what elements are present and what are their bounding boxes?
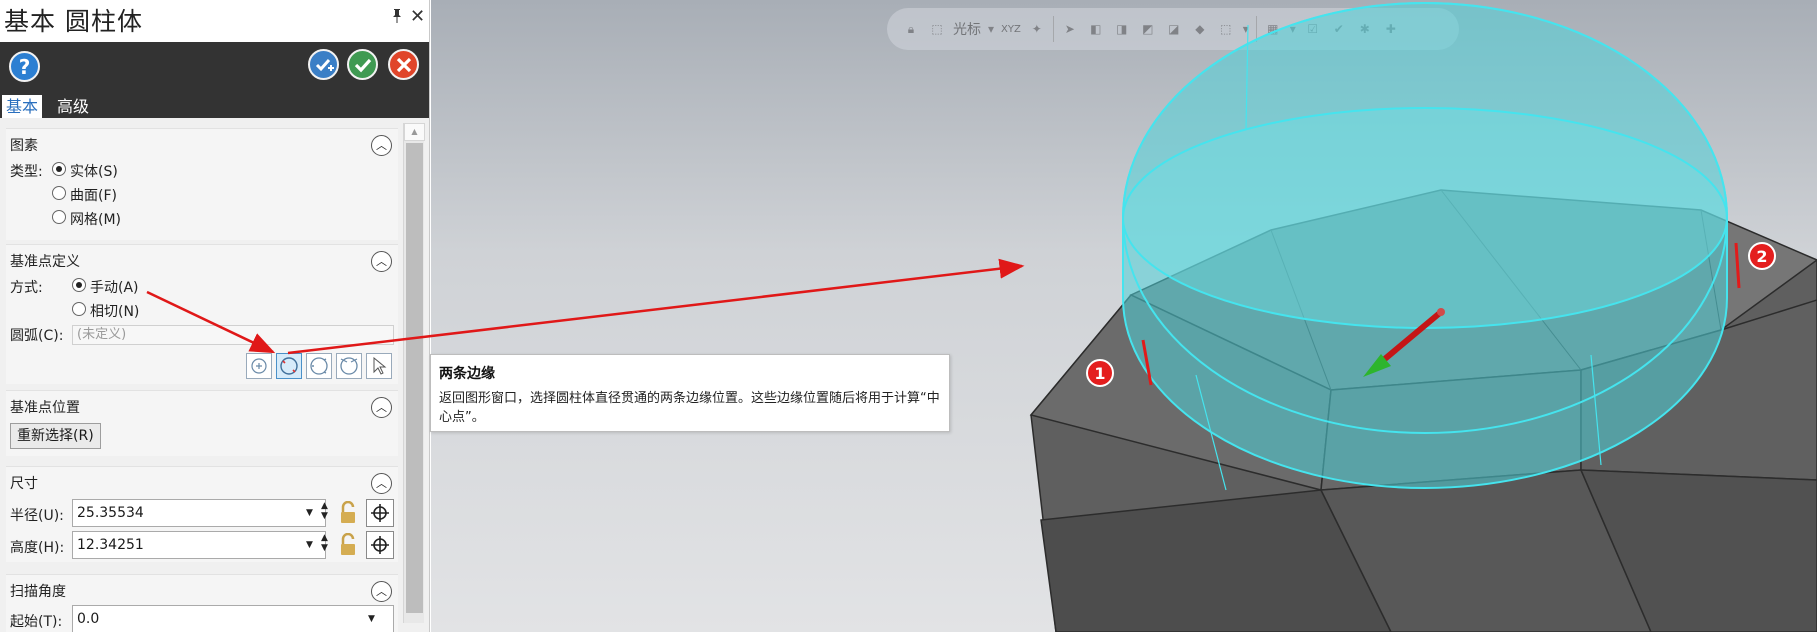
radio-mesh[interactable] bbox=[52, 210, 66, 224]
tooltip-body: 返回图形窗口，选择圆柱体直径贯通的两条边缘位置。这些边缘位置随后将用于计算“中心… bbox=[439, 391, 940, 425]
collapse-elements-button[interactable]: ︿ bbox=[371, 135, 392, 156]
start-angle-label: 起始(T): bbox=[10, 614, 63, 630]
spin-up-down-icon[interactable]: ▲ ▼ bbox=[321, 501, 328, 521]
type-label: 类型: bbox=[10, 164, 43, 180]
arc-field: (未定义) bbox=[72, 325, 394, 345]
scrollbar-thumb[interactable] bbox=[406, 143, 423, 613]
radio-surface[interactable] bbox=[52, 186, 66, 200]
dropdown-arrow-icon[interactable]: ▼ bbox=[368, 614, 375, 624]
tooltip: 两条边缘 返回图形窗口，选择圆柱体直径贯通的两条边缘位置。这些边缘位置随后将用于… bbox=[430, 354, 950, 432]
section-title: 基准点定义 bbox=[10, 254, 80, 270]
height-input[interactable]: 12.34251 bbox=[72, 531, 326, 559]
help-icon: ? bbox=[18, 54, 31, 79]
x-icon bbox=[396, 57, 411, 72]
section-title: 图素 bbox=[10, 138, 38, 154]
section-sweep-angle: 扫描角度 ︿ 起始(T): 0.0 ▼ bbox=[6, 574, 398, 632]
cancel-button[interactable] bbox=[388, 49, 419, 80]
radio-surface-label[interactable]: 曲面(F) bbox=[70, 185, 117, 205]
two-edges-button[interactable] bbox=[276, 353, 302, 379]
tooltip-title: 两条边缘 bbox=[439, 366, 495, 382]
radio-manual-label[interactable]: 手动(A) bbox=[90, 277, 139, 297]
cursor-arrow-icon bbox=[373, 357, 387, 375]
tangent-circle-icon bbox=[340, 357, 358, 375]
arc-label: 圆弧(C): bbox=[10, 328, 64, 344]
radius-label: 半径(U): bbox=[10, 508, 64, 524]
pick-height-button[interactable] bbox=[366, 531, 394, 559]
center-point bbox=[1437, 308, 1445, 316]
spin-up-down-icon[interactable]: ▲ ▼ bbox=[321, 533, 328, 553]
dropdown-arrow-icon[interactable]: ▼ bbox=[306, 508, 313, 518]
method-label: 方式: bbox=[10, 280, 43, 296]
radio-solid-label[interactable]: 实体(S) bbox=[70, 161, 118, 181]
section-base-point-definition: 基准点定义 ︿ 方式: 手动(A) 相切(N) 圆弧(C): (未定义) bbox=[6, 244, 398, 384]
collapse-sweep-button[interactable]: ︿ bbox=[371, 581, 392, 602]
select-cursor-button[interactable] bbox=[366, 353, 392, 379]
pick-radius-button[interactable] bbox=[366, 499, 394, 527]
panel-scroll-area: 图素 ︿ 类型: 实体(S) 曲面(F) 网格(M) 基准点定义 ︿ 方式: 手… bbox=[0, 118, 429, 632]
cylinder-top-face bbox=[1122, 107, 1728, 329]
section-title: 尺寸 bbox=[10, 476, 38, 492]
radio-tangent[interactable] bbox=[72, 302, 86, 316]
crosshair-icon bbox=[371, 536, 389, 554]
marker-1-label: 1 bbox=[1094, 364, 1105, 383]
tab-advanced[interactable]: 高级 bbox=[53, 95, 93, 118]
collapse-base-point-pos-button[interactable]: ︿ bbox=[371, 397, 392, 418]
collapse-base-point-def-button[interactable]: ︿ bbox=[371, 251, 392, 272]
radius-input[interactable]: 25.35534 bbox=[72, 499, 326, 527]
circle-center-icon bbox=[251, 358, 267, 374]
cylinder-panel: 基本 圆柱体 ✕ ? 基本 高级 图素 ︿ 类型: 实体(S) 曲面(F) 网格… bbox=[0, 0, 430, 632]
dropdown-arrow-icon[interactable]: ▼ bbox=[306, 540, 313, 550]
model-scene[interactable]: 1 2 bbox=[431, 0, 1817, 632]
collapse-dimensions-button[interactable]: ︿ bbox=[371, 473, 392, 494]
two-edges-circle-icon bbox=[280, 357, 298, 375]
ok-button[interactable] bbox=[347, 49, 378, 80]
radio-mesh-label[interactable]: 网格(M) bbox=[70, 209, 121, 229]
section-title: 基准点位置 bbox=[10, 400, 80, 416]
close-icon[interactable]: ✕ bbox=[410, 6, 425, 27]
radio-tangent-label[interactable]: 相切(N) bbox=[90, 301, 139, 321]
section-base-point-position: 基准点位置 ︿ 重新选择(R) bbox=[6, 390, 398, 456]
apply-button[interactable] bbox=[308, 49, 339, 80]
start-angle-input[interactable]: 0.0 bbox=[72, 605, 394, 632]
section-dimensions: 尺寸 ︿ 半径(U): 25.35534 ▼ ▲ ▼ 高度(H): 12.3425… bbox=[6, 466, 398, 562]
reselect-button[interactable]: 重新选择(R) bbox=[10, 423, 101, 449]
scroll-up-arrow-icon[interactable]: ▲ bbox=[404, 123, 425, 141]
three-edges-button[interactable] bbox=[306, 353, 332, 379]
marker-2-label: 2 bbox=[1756, 247, 1767, 266]
three-edges-circle-icon bbox=[310, 357, 328, 375]
height-label: 高度(H): bbox=[10, 540, 65, 556]
pin-icon[interactable] bbox=[390, 8, 404, 28]
panel-scrollbar[interactable]: ▲ bbox=[403, 123, 425, 623]
tab-basic[interactable]: 基本 bbox=[2, 95, 43, 118]
panel-title: 基本 圆柱体 bbox=[4, 7, 143, 36]
unlock-icon[interactable] bbox=[339, 501, 357, 525]
help-button[interactable]: ? bbox=[9, 51, 40, 82]
crosshair-icon bbox=[371, 504, 389, 522]
radio-solid[interactable] bbox=[52, 162, 66, 176]
graphics-viewport[interactable]: 🔒︎ ⬚ 光标 ▾ XYZ ✦ ➤ ◧ ◨ ◩ ◪ ◆ ⬚ ▾ ▦ ▾ ☑ ✔ … bbox=[431, 0, 1817, 632]
section-title: 扫描角度 bbox=[10, 584, 66, 600]
unlock-icon[interactable] bbox=[339, 533, 357, 557]
command-bar: ? 基本 高级 bbox=[0, 42, 429, 118]
section-elements: 图素 ︿ 类型: 实体(S) 曲面(F) 网格(M) bbox=[6, 128, 398, 240]
apply-check-plus-icon bbox=[315, 58, 334, 71]
tangent-circle-button[interactable] bbox=[336, 353, 362, 379]
center-point-button[interactable] bbox=[246, 353, 272, 379]
radio-manual[interactable] bbox=[72, 278, 86, 292]
check-icon bbox=[354, 58, 371, 72]
